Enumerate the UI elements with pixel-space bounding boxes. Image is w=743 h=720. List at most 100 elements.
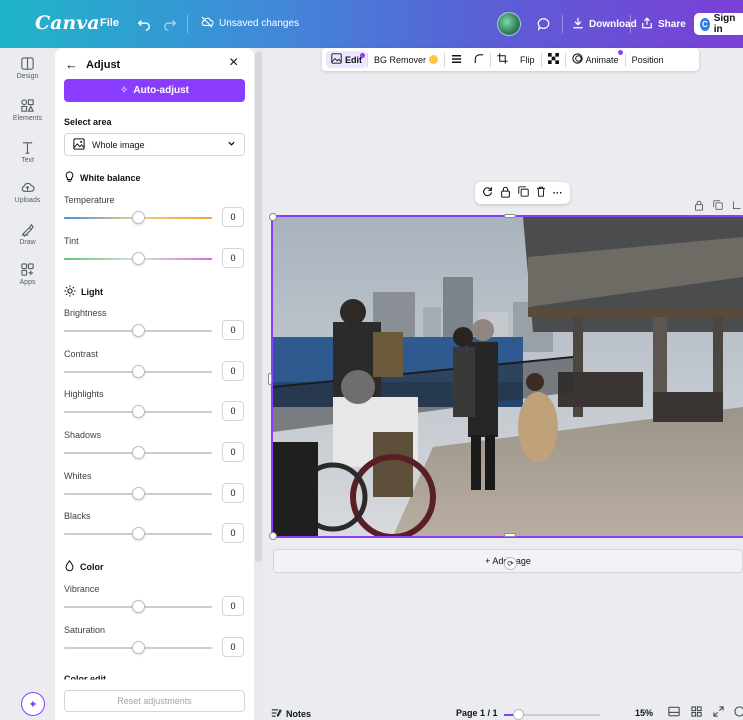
- rail-item-elements[interactable]: Elements: [0, 98, 55, 122]
- top-bar: Canva File Unsaved changes Download Shar…: [0, 0, 743, 48]
- undo-icon[interactable]: [134, 14, 154, 34]
- rail-item-uploads[interactable]: Uploads: [0, 180, 55, 204]
- slider-thumb[interactable]: [132, 641, 145, 654]
- corner-rounding-button[interactable]: [468, 48, 490, 71]
- canva-logo[interactable]: Canva: [35, 12, 100, 34]
- auto-adjust-button[interactable]: ✧ Auto-adjust: [64, 79, 245, 102]
- rotate-icon[interactable]: [482, 186, 493, 200]
- temperature-slider[interactable]: [64, 211, 212, 224]
- border-style-button[interactable]: [445, 48, 468, 71]
- crop-button[interactable]: [491, 48, 514, 71]
- zoom-value[interactable]: 15%: [635, 708, 653, 718]
- brightness-value-field[interactable]: 0: [222, 320, 244, 340]
- user-avatar[interactable]: [497, 12, 521, 36]
- vibrance-value-field[interactable]: 0: [222, 596, 244, 616]
- topbar-divider: [562, 15, 563, 33]
- sign-in-button[interactable]: C Sign in: [694, 13, 743, 35]
- transparency-button[interactable]: [542, 48, 565, 71]
- select-area-dropdown[interactable]: Whole image: [64, 133, 245, 156]
- light-heading: Light: [64, 285, 103, 299]
- file-menu-button[interactable]: File: [100, 17, 119, 29]
- brightness-slider[interactable]: [64, 324, 212, 337]
- unsaved-status[interactable]: Unsaved changes: [200, 16, 299, 31]
- notes-button[interactable]: Notes: [271, 708, 311, 720]
- download-icon: [572, 17, 584, 32]
- blacks-slider[interactable]: [64, 527, 212, 540]
- bg-remover-button[interactable]: BG Remover: [368, 48, 444, 71]
- resize-handle-bottom-left[interactable]: [269, 532, 277, 540]
- tint-slider[interactable]: [64, 252, 212, 265]
- resize-handle-left[interactable]: [268, 373, 272, 385]
- rail-item-design[interactable]: Design: [0, 56, 55, 80]
- whites-slider[interactable]: [64, 487, 212, 500]
- slider-thumb[interactable]: [132, 405, 145, 418]
- color-edit-heading: Color edit: [64, 674, 106, 684]
- slider-thumb[interactable]: [132, 446, 145, 459]
- temperature-value-field[interactable]: 0: [222, 207, 244, 227]
- blacks-value-field[interactable]: 0: [222, 523, 244, 543]
- rail-item-apps[interactable]: Apps: [0, 262, 55, 286]
- edit-image-button[interactable]: Edit: [326, 51, 367, 68]
- slider-thumb[interactable]: [132, 324, 145, 337]
- close-icon[interactable]: ×: [229, 54, 238, 72]
- add-page-icon[interactable]: [732, 200, 742, 214]
- slider-thumb[interactable]: [132, 527, 145, 540]
- tint-value-field[interactable]: 0: [222, 248, 244, 268]
- lock-page-icon[interactable]: [694, 200, 704, 214]
- reset-adjustments-button[interactable]: Reset adjustments: [64, 690, 245, 712]
- tint-label: Tint: [64, 236, 79, 246]
- trash-icon[interactable]: [536, 186, 546, 200]
- rotate-handle-icon[interactable]: ⟳: [504, 557, 517, 570]
- more-options-icon[interactable]: ···: [553, 188, 563, 199]
- highlights-slider[interactable]: [64, 405, 212, 418]
- animate-label: Animate: [585, 54, 619, 65]
- share-button[interactable]: Share: [641, 14, 686, 34]
- saturation-label: Saturation: [64, 625, 106, 635]
- page-indicator[interactable]: Page 1 / 1: [456, 708, 498, 718]
- resize-handle-top[interactable]: [504, 214, 516, 218]
- duplicate-icon[interactable]: [518, 186, 529, 200]
- slider-thumb[interactable]: [132, 600, 145, 613]
- crop-icon: [497, 53, 508, 66]
- sign-in-label: Sign in: [713, 13, 736, 35]
- rail-item-text[interactable]: Text: [0, 140, 55, 164]
- lock-icon[interactable]: [500, 186, 511, 201]
- position-button[interactable]: Position: [626, 48, 670, 71]
- uploads-icon: [21, 182, 35, 192]
- comment-icon[interactable]: [534, 14, 554, 34]
- download-button[interactable]: Download: [572, 14, 637, 34]
- shadows-value-field[interactable]: 0: [222, 442, 244, 462]
- pages-view-icon[interactable]: [668, 706, 680, 720]
- slider-thumb[interactable]: [132, 365, 145, 378]
- back-arrow-icon[interactable]: ←: [65, 57, 78, 72]
- rail-label: Uploads: [14, 197, 41, 204]
- highlights-value-field[interactable]: 0: [222, 401, 244, 421]
- shadows-slider[interactable]: [64, 446, 212, 459]
- resize-handle-top-left[interactable]: [269, 213, 277, 221]
- redo-icon[interactable]: [160, 14, 180, 34]
- flip-button[interactable]: Flip: [514, 48, 541, 71]
- saturation-slider[interactable]: [64, 641, 212, 654]
- auto-adjust-label: Auto-adjust: [133, 85, 189, 96]
- fullscreen-icon[interactable]: [713, 706, 724, 720]
- zoom-slider-thumb[interactable]: [513, 709, 524, 720]
- whites-value-field[interactable]: 0: [222, 483, 244, 503]
- resize-handle-bottom[interactable]: [504, 533, 516, 537]
- duplicate-page-icon[interactable]: [713, 200, 723, 214]
- panel-scrollbar-thumb[interactable]: [255, 52, 262, 562]
- saturation-value-field[interactable]: 0: [222, 637, 244, 657]
- animate-button[interactable]: Animate: [566, 48, 625, 71]
- slider-thumb[interactable]: [132, 211, 145, 224]
- vibrance-slider[interactable]: [64, 600, 212, 613]
- selected-photo[interactable]: [271, 215, 743, 538]
- zoom-slider[interactable]: [504, 709, 600, 720]
- stadium-photo-image: [273, 217, 743, 536]
- magic-assistant-button[interactable]: ✦: [21, 692, 45, 716]
- slider-thumb[interactable]: [132, 252, 145, 265]
- grid-view-icon[interactable]: [691, 706, 702, 720]
- contrast-slider[interactable]: [64, 365, 212, 378]
- help-icon[interactable]: [734, 706, 743, 720]
- rail-item-draw[interactable]: Draw: [0, 222, 55, 246]
- contrast-value-field[interactable]: 0: [222, 361, 244, 381]
- slider-thumb[interactable]: [132, 487, 145, 500]
